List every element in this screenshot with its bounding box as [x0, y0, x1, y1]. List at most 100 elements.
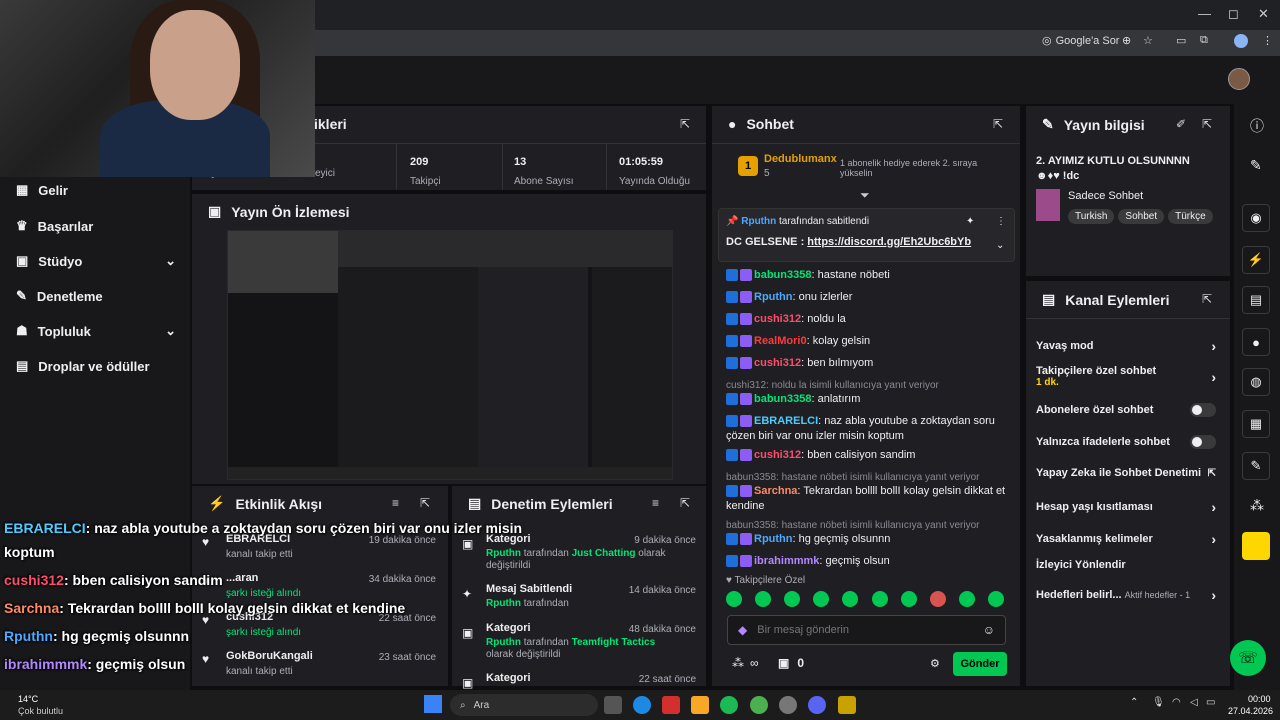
- game-thumbnail-icon[interactable]: [1242, 532, 1270, 560]
- chat-message[interactable]: EBRARELCI: naz abla youtube a zoktaydan …: [726, 414, 1016, 444]
- emote-picker-icon[interactable]: ☺: [983, 623, 995, 637]
- cast-icon[interactable]: ▭: [1176, 34, 1186, 47]
- gift-count[interactable]: ▣ 0: [778, 656, 804, 670]
- channel-points[interactable]: ⁂ ∞: [732, 656, 759, 670]
- emote-icon[interactable]: [929, 591, 946, 607]
- chat-username[interactable]: cushi312: [754, 357, 801, 369]
- emote-icon[interactable]: [958, 591, 975, 607]
- popout-icon[interactable]: ⇱: [680, 496, 690, 510]
- layout-icon[interactable]: ▦: [1242, 410, 1270, 438]
- channel-action-row[interactable]: Yapay Zeka ile Sohbet Denetimi ⇱: [1036, 467, 1216, 479]
- toggle-switch[interactable]: [1190, 403, 1216, 417]
- channel-action-row[interactable]: Yavaş mod ›: [1036, 338, 1216, 354]
- popout-icon[interactable]: ⇱: [680, 117, 690, 131]
- chat-username[interactable]: babun3358: [754, 269, 811, 281]
- emote-icon[interactable]: [784, 591, 801, 607]
- emote-icon[interactable]: [755, 591, 772, 607]
- google-search-button[interactable]: ◎ Google'a Sor: [1042, 34, 1119, 48]
- popout-icon[interactable]: ⇱: [1202, 117, 1212, 131]
- bookmark-star-icon[interactable]: ☆: [1143, 34, 1153, 47]
- moderation-item[interactable]: ✦ Mesaj Sabitlendi 14 dakika önce Rputhn ta…: [460, 583, 700, 627]
- moderation-item[interactable]: ▣ Kategori 48 dakika önce Rputhn tarafından…: [460, 622, 700, 666]
- popout-icon[interactable]: ⇱: [993, 117, 1003, 131]
- wifi-icon[interactable]: ◠: [1172, 697, 1181, 708]
- microphone-icon[interactable]: 🎙: [1152, 697, 1165, 708]
- chat-username[interactable]: cushi312: [754, 449, 801, 461]
- toggle-switch[interactable]: [1190, 435, 1216, 449]
- chat-message[interactable]: babun3358: hastane nöbeti: [726, 268, 1016, 283]
- category-name[interactable]: Sadece Sohbet: [1068, 190, 1143, 202]
- task-view-icon[interactable]: [604, 696, 622, 714]
- popout-icon[interactable]: ⇱: [420, 496, 430, 510]
- emote-icon[interactable]: [842, 591, 859, 607]
- extensions-icon[interactable]: ⧉: [1200, 34, 1208, 47]
- channel-action-row[interactable]: Hedefleri belirl... Aktif hedefler - 1 ›: [1036, 587, 1216, 603]
- clock-time[interactable]: 00:00: [1248, 694, 1271, 704]
- chat-username[interactable]: cushi312: [754, 313, 801, 325]
- info-icon[interactable]: ⓘ: [1250, 116, 1264, 136]
- chat-bubble-icon[interactable]: ●: [1242, 328, 1270, 356]
- chevron-right-icon[interactable]: ›: [1211, 338, 1216, 354]
- stream-preview-video[interactable]: [227, 230, 673, 480]
- chat-message[interactable]: Rputhn: onu izlerler: [726, 290, 1016, 305]
- maximize-button[interactable]: ◻: [1228, 6, 1239, 22]
- windows-start-icon[interactable]: [424, 695, 442, 713]
- emote-icon[interactable]: [813, 591, 830, 607]
- chevron-right-icon[interactable]: ›: [1211, 499, 1216, 515]
- filter-icon[interactable]: ≡: [392, 496, 399, 510]
- sidebar-item-droplar[interactable]: ▤ Droplar ve ödüller: [16, 358, 176, 374]
- battery-icon[interactable]: ▭: [1206, 697, 1215, 708]
- channel-action-row[interactable]: Abonelere özel sohbet: [1036, 403, 1216, 417]
- emote-icon[interactable]: [987, 591, 1004, 607]
- chevron-right-icon[interactable]: ›: [1211, 369, 1216, 385]
- chat-message[interactable]: cushi312: ben bılmıyom: [726, 356, 1016, 371]
- edit-icon[interactable]: ✐: [1176, 117, 1186, 131]
- chat-username[interactable]: ibrahimmmk: [754, 555, 819, 567]
- app-icon[interactable]: [838, 696, 856, 714]
- chat-username[interactable]: babun3358: [754, 393, 811, 405]
- help-chat-button[interactable]: ☏: [1230, 640, 1266, 676]
- activity-item[interactable]: ♥ cushi312 şarkı isteği alındı 22 saat önce: [200, 611, 440, 647]
- share-icon[interactable]: ⁂: [1250, 497, 1264, 514]
- chat-message[interactable]: babun3358: anlatırım: [726, 392, 1016, 407]
- chat-message[interactable]: cushi312: noldu la: [726, 312, 1016, 327]
- sidebar-item-denetleme[interactable]: ✎ Denetleme: [16, 288, 176, 304]
- chat-input[interactable]: [757, 624, 958, 636]
- channel-action-row[interactable]: Yalnızca ifadelerle sohbet: [1036, 435, 1216, 449]
- sidebar-item-topluluk[interactable]: ☗ Topluluk ⌄: [16, 323, 176, 339]
- zoom-icon[interactable]: ⊕: [1122, 34, 1131, 47]
- chevron-right-icon[interactable]: ›: [1211, 587, 1216, 603]
- activity-item[interactable]: ♥ GokBoruKangali kanalı takip etti 23 saat …: [200, 650, 440, 686]
- more-options-icon[interactable]: ⋮: [996, 216, 1006, 227]
- chat-username[interactable]: Rputhn: [754, 291, 792, 303]
- sidebar-item-basarilar[interactable]: ♛ Başarılar: [16, 218, 176, 234]
- tag[interactable]: Turkish: [1068, 209, 1115, 224]
- volume-icon[interactable]: ◁: [1190, 697, 1198, 708]
- wrench-icon[interactable]: ✎: [1242, 452, 1270, 480]
- tag[interactable]: Sohbet: [1118, 209, 1165, 224]
- app-icon[interactable]: [662, 696, 680, 714]
- app-icon[interactable]: [779, 696, 797, 714]
- sidebar-item-studyo[interactable]: ▣ Stüdyo ⌄: [16, 253, 176, 269]
- bits-icon[interactable]: ◆: [738, 623, 747, 637]
- user-avatar[interactable]: [1228, 68, 1250, 90]
- tag[interactable]: Türkçe: [1168, 209, 1213, 224]
- channel-action-row[interactable]: İzleyici Yönlendir: [1036, 559, 1216, 571]
- channel-action-row[interactable]: Yasaklanmış kelimeler ›: [1036, 531, 1216, 547]
- lightning-icon[interactable]: ⚡: [1242, 246, 1270, 274]
- send-button[interactable]: Gönder: [953, 652, 1007, 676]
- moderation-user[interactable]: Rputhn: [486, 548, 521, 559]
- camera-icon[interactable]: ◉: [1242, 204, 1270, 232]
- chat-message[interactable]: RealMori0: kolay gelsin: [726, 334, 1016, 349]
- chat-message[interactable]: Sarchna: Tekrardan bollll bollI kolay ge…: [726, 484, 1016, 514]
- unpin-icon[interactable]: ✦: [966, 216, 974, 227]
- chat-username[interactable]: EBRARELCI: [754, 415, 818, 427]
- chat-settings-icon[interactable]: ⚙: [930, 657, 940, 670]
- filter-icon[interactable]: ≡: [652, 496, 659, 510]
- moderation-item[interactable]: ▣ Kategori 9 dakika önce Rputhn tarafından …: [460, 533, 700, 577]
- chat-username[interactable]: RealMori0: [754, 335, 807, 347]
- moderation-user[interactable]: Rputhn: [486, 598, 521, 609]
- moderation-user[interactable]: Rputhn: [486, 637, 521, 648]
- minimize-button[interactable]: —: [1198, 6, 1211, 21]
- chat-username[interactable]: Rputhn: [754, 533, 792, 545]
